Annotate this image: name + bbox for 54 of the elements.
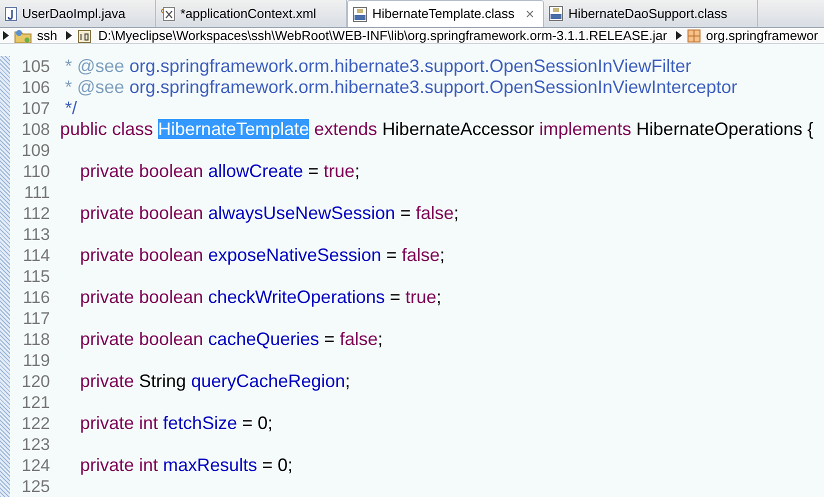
line-number: 119 bbox=[22, 350, 51, 372]
package-icon bbox=[687, 28, 702, 42]
code-line: private boolean checkWriteOperations = true; bbox=[79, 286, 442, 309]
code-line: private String queryCacheRegion; bbox=[79, 370, 350, 393]
line-number: 121 bbox=[20, 392, 51, 414]
line-number: 122 bbox=[20, 412, 51, 435]
line-number: 125 bbox=[20, 476, 51, 497]
breadcrumb-arrow-icon bbox=[3, 31, 9, 40]
line-number: 107 bbox=[20, 98, 51, 120]
line-number: 117 bbox=[22, 308, 51, 330]
line-number: 123 bbox=[20, 434, 51, 456]
java-file-icon bbox=[5, 6, 17, 20]
code-line: private boolean cacheQueries = false; bbox=[79, 328, 383, 351]
code-line: private int maxResults = 0; bbox=[79, 454, 293, 477]
editor-tab[interactable]: HibernateTemplate.class × bbox=[347, 0, 544, 27]
project-folder-icon bbox=[14, 28, 32, 43]
breadcrumb-item[interactable]: ssh bbox=[37, 28, 58, 43]
tab-label: HibernateTemplate.class bbox=[372, 5, 515, 24]
line-number: 115 bbox=[22, 266, 51, 288]
close-icon[interactable]: × bbox=[526, 6, 534, 22]
line-number: 108 bbox=[20, 118, 51, 141]
tab-label: UserDaoImpl.java bbox=[22, 4, 126, 23]
breadcrumb-item[interactable]: D:\Myeclipse\Workspaces\ssh\WebRoot\WEB-INF\lib\org.springframework.orm-3.1.1.RELEASE.jar bbox=[98, 28, 668, 43]
code-line: * @see org.springframework.orm.hibernate3.support.OpenSessionInViewFilter bbox=[64, 55, 692, 78]
line-number: 109 bbox=[20, 140, 51, 162]
code-line: private boolean alwaysUseNewSession = false; bbox=[79, 202, 459, 225]
breadcrumb-arrow-icon bbox=[66, 31, 72, 40]
class-file-icon bbox=[549, 6, 564, 21]
breadcrumb-item[interactable]: org.springframewor bbox=[706, 28, 818, 43]
editor-tab[interactable]: HibernateDaoSupport.class bbox=[544, 0, 758, 27]
line-number: 118 bbox=[22, 328, 51, 351]
tab-label: *applicationContext.xml bbox=[180, 4, 316, 23]
tab-label: HibernateDaoSupport.class bbox=[568, 4, 728, 23]
line-number: 114 bbox=[22, 244, 51, 267]
line-number: 113 bbox=[22, 224, 51, 246]
xml-file-icon bbox=[161, 6, 176, 20]
line-number: 112 bbox=[22, 202, 51, 225]
code-line: private boolean exposeNativeSession = false; bbox=[79, 244, 445, 267]
line-number: 105 bbox=[20, 56, 51, 78]
code-line: * @see org.springframework.orm.hibernate3.support.OpenSessionInViewInterceptor bbox=[64, 76, 738, 99]
editor-tab[interactable]: UserDaoImpl.java bbox=[0, 0, 156, 27]
code-line: */ bbox=[64, 97, 78, 120]
class-file-icon bbox=[353, 6, 368, 22]
line-number: 116 bbox=[22, 286, 51, 309]
line-number: 110 bbox=[22, 160, 51, 183]
breadcrumb-arrow-icon bbox=[676, 31, 682, 40]
jar-icon bbox=[77, 28, 94, 43]
code-line: private int fetchSize = 0; bbox=[79, 412, 273, 435]
line-number: 111 bbox=[23, 182, 51, 204]
code-line: public class HibernateTemplate extends HibernateAccessor implements HibernateOperations { bbox=[60, 118, 814, 141]
line-number: 106 bbox=[20, 76, 51, 99]
line-number: 124 bbox=[20, 454, 51, 477]
code-line: private boolean allowCreate = true; bbox=[79, 160, 360, 183]
line-number: 120 bbox=[20, 370, 51, 393]
